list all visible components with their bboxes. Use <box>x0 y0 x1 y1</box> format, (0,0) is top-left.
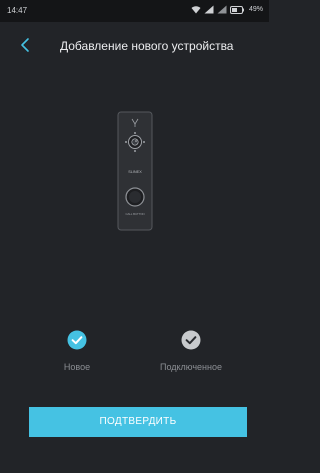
option-new-label: Новое <box>63 362 91 372</box>
status-time: 14:47 <box>7 6 28 15</box>
page-title: Добавление нового устройства <box>60 39 234 53</box>
back-button[interactable] <box>14 32 36 58</box>
signal-icon <box>204 5 214 14</box>
doorbell-device-illustration: SLINEX CALL BUTTON <box>117 111 153 231</box>
battery-icon <box>229 5 244 14</box>
check-circle-icon[interactable] <box>67 330 87 350</box>
option-new[interactable]: Новое <box>22 330 132 372</box>
top-bar: Добавление нового устройства <box>0 22 269 68</box>
option-connected-label: Подключенное <box>159 362 222 372</box>
signal-icon-2 <box>217 5 227 14</box>
battery-percent: 49% <box>248 6 263 13</box>
check-circle-icon[interactable] <box>181 330 201 350</box>
status-icons: 49% <box>191 5 263 14</box>
wifi-icon <box>191 6 201 14</box>
chevron-left-icon <box>21 38 29 52</box>
option-connected[interactable]: Подключенное <box>136 330 246 372</box>
status-bar: 14:47 49% <box>0 0 269 22</box>
device-caption: CALL BUTTON <box>125 212 144 216</box>
device-brand-label: SLINEX <box>128 170 142 174</box>
confirm-button[interactable]: ПОДТВЕРДИТЬ <box>29 407 247 437</box>
